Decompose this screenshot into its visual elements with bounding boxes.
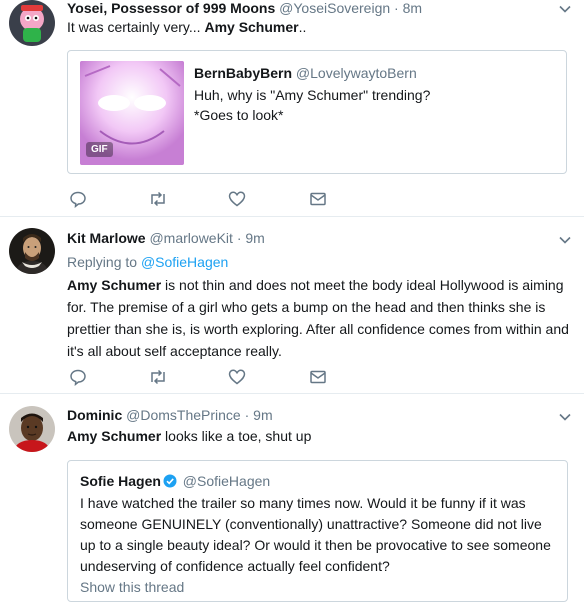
tweet-text-prefix: It was certainly very... (67, 19, 205, 35)
retweet-icon[interactable] (148, 368, 168, 386)
replying-to-link[interactable]: @SofieHagen (141, 254, 228, 270)
tweet-text: Amy Schumer is not thin and does not mee… (67, 274, 573, 362)
quote-handle: @SofieHagen (182, 473, 271, 489)
quote-header: BernBabyBern @LovelywaytoBern (194, 64, 417, 82)
like-icon[interactable] (228, 190, 246, 208)
user-handle[interactable]: @DomsThePrince (126, 407, 241, 423)
quote-display-name: Sofie Hagen (80, 473, 161, 489)
reply-icon[interactable] (69, 368, 87, 386)
separator-dot: · (236, 230, 242, 246)
chevron-down-icon[interactable] (558, 233, 572, 247)
timestamp[interactable]: 9m (253, 407, 272, 423)
separator-dot: · (244, 407, 250, 423)
quote-handle: @LovelywaytoBern (295, 65, 417, 81)
replying-to: Replying to @SofieHagen (67, 253, 228, 271)
quote-text: Huh, why is "Amy Schumer" trending? *Goe… (194, 85, 430, 125)
avatar-kit-marlowe[interactable] (9, 228, 55, 274)
chevron-down-icon[interactable] (558, 410, 572, 424)
tweet-2[interactable]: Kit Marlowe @marloweKit · 9m Replying to… (0, 218, 584, 394)
quoted-tweet[interactable]: GIF BernBabyBern @LovelywaytoBern Huh, w… (67, 50, 567, 174)
timestamp[interactable]: 8m (403, 0, 422, 16)
user-handle[interactable]: @marloweKit (149, 230, 232, 246)
message-icon[interactable] (309, 368, 327, 386)
tweet-3[interactable]: Dominic @DomsThePrince · 9m Amy Schumer … (0, 395, 584, 610)
separator-dot: · (394, 0, 399, 16)
tweet-text-body: looks like a toe, shut up (161, 428, 312, 444)
like-icon[interactable] (228, 368, 246, 386)
tweet-1[interactable]: Yosei, Possessor of 999 Moons @YoseiSove… (0, 0, 584, 217)
trending-term[interactable]: Amy Schumer (67, 277, 161, 293)
reply-icon[interactable] (69, 190, 87, 208)
gif-thumbnail[interactable]: GIF (80, 61, 184, 165)
avatar-dominic[interactable] (9, 406, 55, 452)
quote-line-2: *Goes to look* (194, 107, 284, 123)
display-name[interactable]: Kit Marlowe (67, 230, 146, 246)
trending-term[interactable]: Amy Schumer (204, 19, 298, 35)
tweet-text-suffix: .. (298, 19, 307, 35)
quote-text: I have watched the trailer so many times… (80, 495, 551, 574)
tweet-header: Dominic @DomsThePrince · 9m (67, 406, 273, 424)
tweet-header: Yosei, Possessor of 999 Moons @YoseiSove… (67, 0, 422, 17)
message-icon[interactable] (309, 190, 327, 208)
display-name[interactable]: Yosei, Possessor of 999 Moons (67, 0, 275, 16)
quote-header: Sofie Hagen @SofieHagen (80, 472, 270, 490)
tweet-text: It was certainly very... Amy Schumer.. (67, 17, 567, 37)
tweet-actions (67, 368, 337, 386)
verified-icon (163, 474, 177, 488)
avatar-yosei[interactable] (9, 0, 55, 46)
timestamp[interactable]: 9m (245, 230, 264, 246)
gif-badge: GIF (86, 142, 113, 157)
retweet-icon[interactable] (148, 190, 168, 208)
trending-term[interactable]: Amy Schumer (67, 428, 161, 444)
tweet-text: Amy Schumer looks like a toe, shut up (67, 426, 567, 446)
quote-display-name: BernBabyBern (194, 65, 293, 81)
quoted-tweet[interactable]: Sofie Hagen @SofieHagen I have watched t… (67, 460, 568, 602)
tweet-actions (67, 190, 337, 208)
chevron-down-icon[interactable] (558, 2, 572, 16)
tweet-header: Kit Marlowe @marloweKit · 9m (67, 229, 265, 247)
quote-line-1: Huh, why is "Amy Schumer" trending? (194, 87, 431, 103)
show-thread-link[interactable]: Show this thread (80, 578, 184, 596)
display-name[interactable]: Dominic (67, 407, 122, 423)
user-handle[interactable]: @YoseiSovereign (279, 0, 390, 16)
replying-label: Replying to (67, 254, 138, 270)
